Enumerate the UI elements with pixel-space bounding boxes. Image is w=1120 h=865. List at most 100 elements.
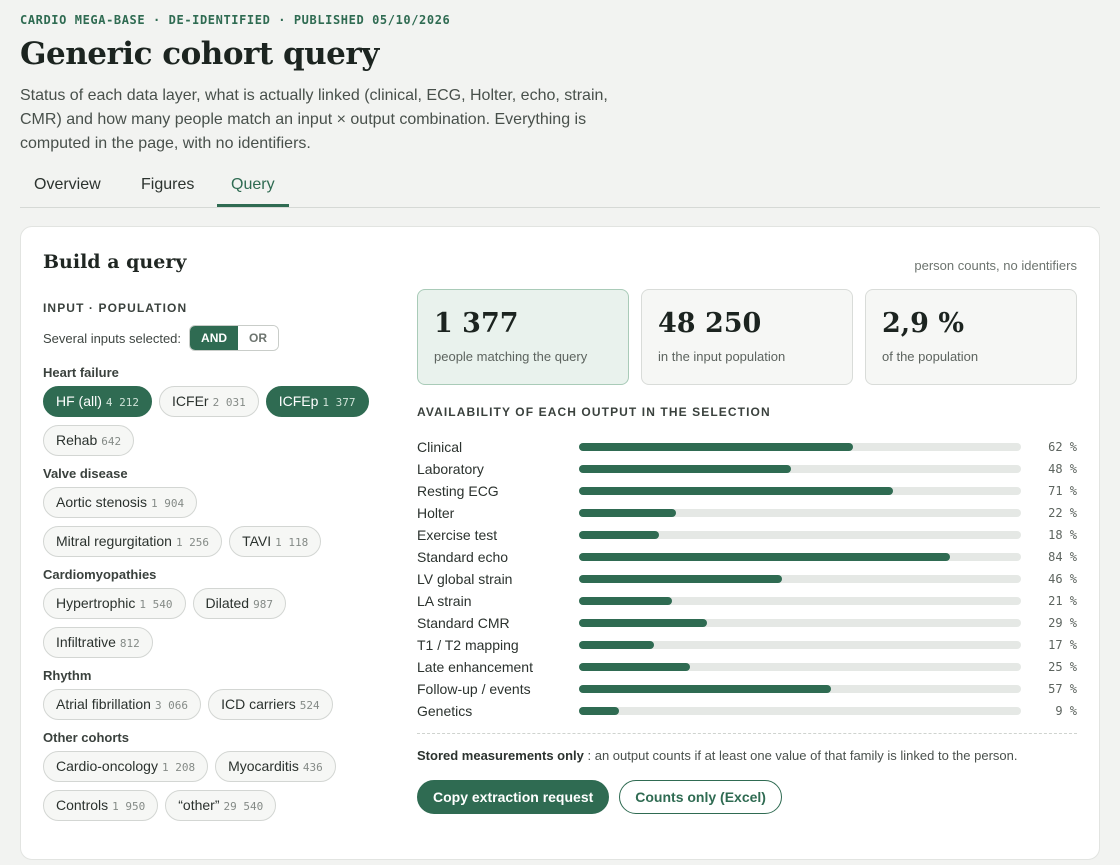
availability-row-genetics: Genetics 9 %	[417, 701, 1077, 723]
availability-title: AVAILABILITY OF EACH OUTPUT IN THE SELEC…	[417, 405, 771, 419]
population-chip-hypertrophic[interactable]: Hypertrophic 1 540	[43, 588, 186, 619]
chip-label: “other”	[178, 797, 220, 813]
input-section-label: INPUT · POPULATION	[43, 301, 188, 315]
group-title-other-cohorts: Other cohorts	[43, 730, 129, 745]
tab-figures[interactable]: Figures	[127, 168, 208, 207]
chip-label: Cardio-oncology	[56, 758, 158, 774]
chip-group-other-cohorts: Cardio-oncology 1 208 Myocarditis 436 Contro…	[43, 751, 383, 821]
chip-count: 1 118	[275, 536, 309, 549]
availability-percent: 17 %	[1048, 638, 1077, 652]
availability-track	[579, 619, 1021, 627]
population-chip-aortic-stenosis[interactable]: Aortic stenosis 1 904	[43, 487, 198, 518]
population-chip-controls[interactable]: Controls 1 950	[43, 790, 159, 821]
chip-count: 812	[119, 637, 140, 650]
availability-track	[579, 465, 1021, 473]
availability-label: Genetics	[417, 703, 473, 719]
group-title-valve-disease: Valve disease	[43, 466, 128, 481]
chip-count: 524	[299, 699, 320, 712]
group-title-cardiomyopathies: Cardiomyopathies	[43, 567, 157, 582]
stat-matching-label: people matching the query	[434, 349, 588, 364]
availability-row-exercise-test: Exercise test 18 %	[417, 525, 1077, 547]
chip-label: Hypertrophic	[56, 595, 136, 611]
availability-label: Holter	[417, 505, 455, 521]
tab-query[interactable]: Query	[217, 168, 289, 207]
availability-track	[579, 443, 1021, 451]
chip-label: Aortic stenosis	[56, 494, 148, 510]
stat-share: 2,9 % of the population	[865, 289, 1077, 385]
page-eyebrow: CARDIO MEGA-BASE · DE-IDENTIFIED · PUBLI…	[20, 13, 451, 27]
availability-track	[579, 641, 1021, 649]
chip-count: 1 256	[175, 536, 210, 549]
chip-group-heart-failure: HF (all) 4 212 ICFEr 2 031 ICFEp 1 377 Rehab 64…	[43, 386, 383, 456]
population-chip-cardio-oncology[interactable]: Cardio-oncology 1 208	[43, 751, 209, 782]
availability-row-clinical: Clinical 62 %	[417, 437, 1077, 459]
query-card: Build a query person counts, no identifi…	[20, 226, 1100, 860]
availability-list: Clinical 62 % Laboratory 48 % Resting ECG 71 …	[417, 437, 1077, 723]
availability-fill	[579, 465, 792, 473]
availability-percent: 22 %	[1048, 506, 1077, 520]
page-intro: Status of each data layer, what is actua…	[20, 87, 608, 152]
tab-overview[interactable]: Overview	[20, 168, 115, 207]
availability-row-standard-cmr: Standard CMR 29 %	[417, 613, 1077, 635]
population-chip-tavi[interactable]: TAVI 1 118	[229, 526, 322, 557]
chip-label: ICD carriers	[221, 696, 296, 712]
stat-population-label: in the input population	[658, 349, 786, 364]
population-chip-icfep[interactable]: ICFEp 1 377	[265, 386, 369, 417]
footnote: Stored measurements only : an output cou…	[417, 748, 1017, 763]
combine-and-button[interactable]: AND	[190, 326, 239, 350]
chip-label: TAVI	[242, 533, 272, 549]
availability-fill	[579, 443, 854, 451]
availability-label: Standard echo	[417, 549, 509, 565]
availability-fill	[579, 641, 655, 649]
excel-counts-button[interactable]: Counts only (Excel)	[619, 780, 782, 814]
population-chip-icd-carriers[interactable]: ICD carriers 524	[208, 689, 333, 720]
availability-row-t1-t2-mapping: T1 / T2 mapping 17 %	[417, 635, 1077, 657]
chip-count: 1 377	[322, 396, 356, 409]
availability-percent: 57 %	[1048, 682, 1077, 696]
availability-label: Resting ECG	[417, 483, 499, 499]
availability-row-standard-echo: Standard echo 84 %	[417, 547, 1077, 569]
availability-percent: 46 %	[1048, 572, 1077, 586]
population-chip-infiltrative[interactable]: Infiltrative 812	[43, 627, 153, 658]
stat-share-label: of the population	[882, 349, 979, 364]
population-chip-hf-all[interactable]: HF (all) 4 212	[43, 386, 153, 417]
stat-matching-value: 1 377	[434, 308, 519, 339]
availability-row-resting-ecg: Resting ECG 71 %	[417, 481, 1077, 503]
copy-extraction-button[interactable]: Copy extraction request	[417, 780, 610, 814]
chip-count: 987	[253, 598, 273, 611]
combine-or-button[interactable]: OR	[238, 326, 279, 350]
stat-share-value: 2,9 %	[882, 308, 965, 339]
chip-count: 1 540	[139, 598, 173, 611]
availability-track	[579, 487, 1021, 495]
chip-group-valve-disease: Aortic stenosis 1 904 Mitral regurgitation…	[43, 487, 383, 557]
page-title: Generic cohort query	[20, 36, 379, 72]
availability-label: Standard CMR	[417, 615, 510, 631]
availability-row-la-strain: LA strain 21 %	[417, 591, 1077, 613]
population-chip-dilated[interactable]: Dilated 987	[192, 588, 286, 619]
availability-track	[579, 663, 1021, 671]
chip-label: Myocarditis	[228, 758, 299, 774]
query-card-title: Build a query	[43, 251, 187, 273]
chip-count: 1 950	[112, 800, 146, 813]
availability-row-holter: Holter 22 %	[417, 503, 1077, 525]
population-chip-rehab[interactable]: Rehab 642	[43, 425, 135, 456]
population-chip-atrial-fibrillation[interactable]: Atrial fibrillation 3 066	[43, 689, 202, 720]
chip-count: 2 031	[212, 396, 246, 409]
availability-fill	[579, 553, 951, 561]
chip-count: 3 066	[154, 699, 189, 712]
availability-fill	[579, 487, 893, 495]
query-card-note: person counts, no identifiers	[914, 258, 1077, 273]
population-chip-other[interactable]: “other” 29 540	[165, 790, 277, 821]
population-chip-mitral-regurgitation[interactable]: Mitral regurgitation 1 256	[43, 526, 223, 557]
chip-count: 1 904	[151, 497, 185, 510]
availability-row-laboratory: Laboratory 48 %	[417, 459, 1077, 481]
population-chip-myocarditis[interactable]: Myocarditis 436	[215, 751, 336, 782]
availability-percent: 18 %	[1048, 528, 1077, 542]
availability-row-lv-global-strain: LV global strain 46 %	[417, 569, 1077, 591]
availability-label: Laboratory	[417, 461, 484, 477]
availability-label: Follow-up / events	[417, 681, 531, 697]
chip-label: Infiltrative	[56, 634, 116, 650]
population-chip-icfer[interactable]: ICFEr 2 031	[159, 386, 259, 417]
combine-mode-toggle: AND OR	[189, 325, 280, 351]
availability-fill	[579, 685, 831, 693]
